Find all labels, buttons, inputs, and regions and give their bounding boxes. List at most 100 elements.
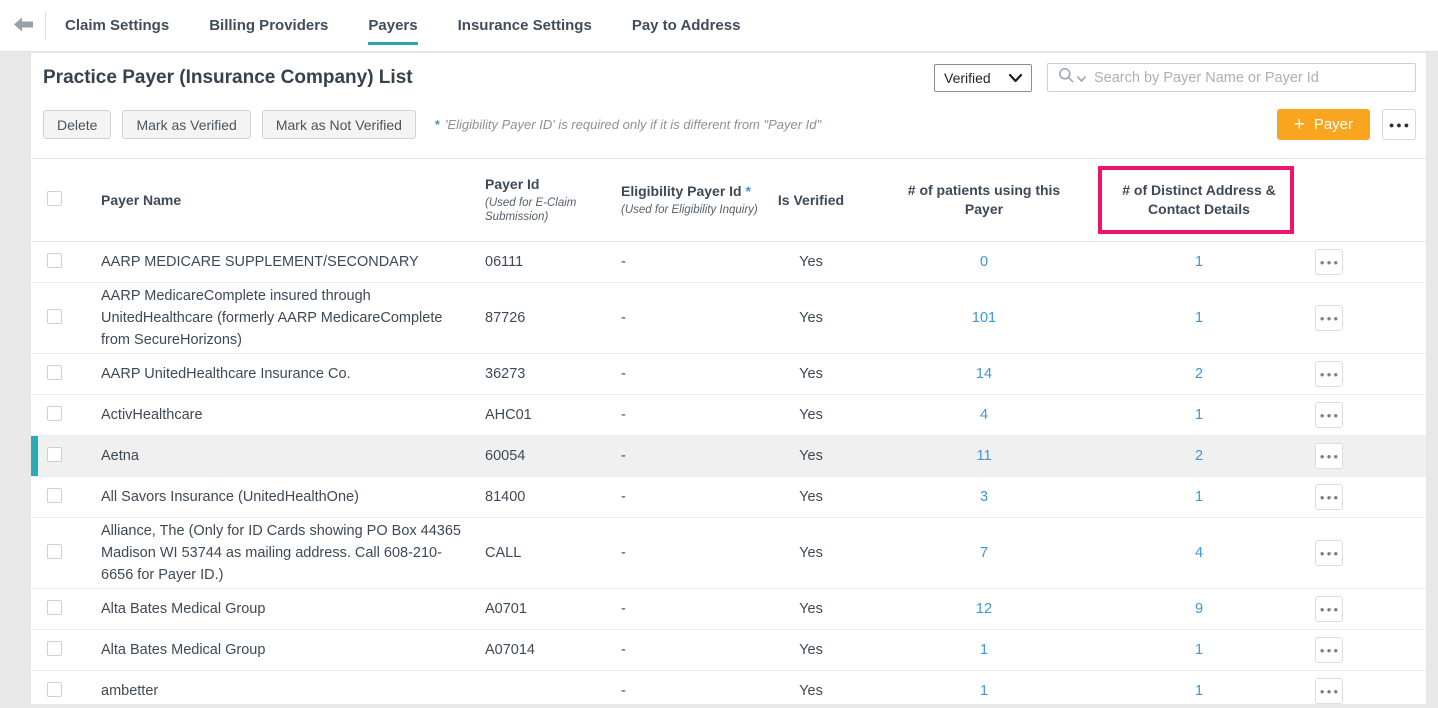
nav-tab-payers[interactable]: Payers bbox=[368, 0, 417, 51]
table-header-row: Payer Name Payer Id (Used for E-Claim Su… bbox=[31, 158, 1426, 242]
distinct-address-count-link[interactable]: 1 bbox=[1195, 683, 1203, 699]
row-actions-button[interactable]: ●●● bbox=[1315, 402, 1343, 428]
row-actions-button[interactable]: ●●● bbox=[1315, 678, 1343, 704]
patients-count-link[interactable]: 4 bbox=[980, 407, 988, 423]
page-title: Practice Payer (Insurance Company) List bbox=[43, 67, 934, 89]
select-all-checkbox[interactable] bbox=[47, 191, 62, 206]
payer-name-cell: AARP MEDICARE SUPPLEMENT/SECONDARY bbox=[101, 249, 485, 275]
eligibility-payer-id-cell: - bbox=[621, 252, 763, 272]
mark-as-not-verified-button[interactable]: Mark as Not Verified bbox=[262, 110, 416, 139]
table-row: Alta Bates Medical Group A07014 - Yes 1 … bbox=[31, 630, 1426, 671]
row-checkbox[interactable] bbox=[47, 365, 62, 380]
row-checkbox[interactable] bbox=[47, 544, 62, 559]
row-checkbox[interactable] bbox=[47, 641, 62, 656]
row-checkbox[interactable] bbox=[47, 309, 62, 324]
payer-name-cell: All Savors Insurance (UnitedHealthOne) bbox=[101, 484, 485, 510]
distinct-address-count-link[interactable]: 2 bbox=[1195, 366, 1203, 382]
patients-count-link[interactable]: 3 bbox=[980, 489, 988, 505]
row-checkbox[interactable] bbox=[47, 600, 62, 615]
eligibility-payer-id-cell: - bbox=[621, 640, 763, 660]
mark-as-verified-button[interactable]: Mark as Verified bbox=[122, 110, 250, 139]
ellipsis-icon: ●●● bbox=[1320, 411, 1341, 420]
add-payer-button[interactable]: + Payer bbox=[1277, 109, 1370, 140]
payer-id-cell: 60054 bbox=[485, 446, 621, 466]
patients-count-link[interactable]: 7 bbox=[980, 545, 988, 561]
tab-label: Claim Settings bbox=[65, 17, 169, 34]
delete-button[interactable]: Delete bbox=[43, 110, 111, 139]
row-actions-button[interactable]: ●●● bbox=[1315, 484, 1343, 510]
search-input[interactable] bbox=[1094, 70, 1405, 86]
patients-count-link[interactable]: 14 bbox=[976, 366, 992, 382]
nav-tab-insurance-settings[interactable]: Insurance Settings bbox=[458, 0, 592, 51]
patients-count-link[interactable]: 12 bbox=[976, 601, 992, 617]
distinct-address-count-link[interactable]: 1 bbox=[1195, 254, 1203, 270]
row-actions-button[interactable]: ●●● bbox=[1315, 305, 1343, 331]
row-actions-button[interactable]: ●●● bbox=[1315, 443, 1343, 469]
header-payer-id-subtext: (Used for E-Claim Submission) bbox=[485, 196, 621, 224]
is-verified-cell: Yes bbox=[763, 364, 859, 384]
header-payer-id: Payer Id (Used for E-Claim Submission) bbox=[485, 174, 621, 226]
patients-count-link[interactable]: 101 bbox=[972, 310, 996, 326]
table-body: AARP MEDICARE SUPPLEMENT/SECONDARY 06111… bbox=[31, 242, 1426, 704]
nav-tabs: Claim Settings Billing Providers Payers … bbox=[65, 0, 780, 51]
table-row: AARP UnitedHealthcare Insurance Co. 3627… bbox=[31, 354, 1426, 395]
is-verified-cell: Yes bbox=[763, 308, 859, 328]
note-text: 'Eligibility Payer ID' is required only … bbox=[445, 117, 821, 132]
add-payer-label: Payer bbox=[1314, 116, 1353, 133]
back-button[interactable] bbox=[0, 0, 45, 51]
patients-count-link[interactable]: 1 bbox=[980, 642, 988, 658]
search-scope-caret-icon[interactable] bbox=[1077, 69, 1086, 87]
payer-id-cell: A07014 bbox=[485, 640, 621, 660]
distinct-address-count-link[interactable]: 4 bbox=[1195, 545, 1203, 561]
payer-name-cell: AARP MedicareComplete insured through Un… bbox=[101, 283, 485, 353]
payer-name-cell: Alta Bates Medical Group bbox=[101, 637, 485, 663]
ellipsis-icon: ●●● bbox=[1320, 646, 1341, 655]
distinct-address-count-link[interactable]: 9 bbox=[1195, 601, 1203, 617]
payer-id-cell: 06111 bbox=[485, 252, 621, 272]
row-actions-button[interactable]: ●●● bbox=[1315, 249, 1343, 275]
ellipsis-icon: ●●● bbox=[1320, 370, 1341, 379]
row-actions-button[interactable]: ●●● bbox=[1315, 596, 1343, 622]
patients-count-link[interactable]: 1 bbox=[980, 683, 988, 699]
payer-name-cell: ambetter bbox=[101, 678, 485, 704]
row-checkbox[interactable] bbox=[47, 488, 62, 503]
payer-id-cell bbox=[485, 689, 621, 693]
row-actions-button[interactable]: ●●● bbox=[1315, 361, 1343, 387]
eligibility-note: *'Eligibility Payer ID' is required only… bbox=[435, 117, 821, 132]
search-box bbox=[1047, 63, 1416, 92]
payer-name-cell: Aetna bbox=[101, 443, 485, 469]
payer-id-cell: 36273 bbox=[485, 364, 621, 384]
row-checkbox[interactable] bbox=[47, 447, 62, 462]
distinct-address-count-link[interactable]: 1 bbox=[1195, 489, 1203, 505]
header-patients-using: # of patients using this Payer bbox=[889, 181, 1079, 219]
payer-name-cell: Alliance, The (Only for ID Cards showing… bbox=[101, 518, 485, 588]
payer-id-cell: AHC01 bbox=[485, 405, 621, 425]
row-actions-button[interactable]: ●●● bbox=[1315, 540, 1343, 566]
payer-name-cell: ActivHealthcare bbox=[101, 402, 485, 428]
nav-tab-pay-to-address[interactable]: Pay to Address bbox=[632, 0, 741, 51]
is-verified-cell: Yes bbox=[763, 543, 859, 563]
plus-icon: + bbox=[1294, 115, 1305, 134]
verified-filter-dropdown[interactable]: Verified bbox=[934, 64, 1032, 92]
distinct-address-count-link[interactable]: 1 bbox=[1195, 310, 1203, 326]
row-checkbox[interactable] bbox=[47, 682, 62, 697]
content-panel: Practice Payer (Insurance Company) List … bbox=[30, 53, 1427, 704]
distinct-address-count-link[interactable]: 2 bbox=[1195, 448, 1203, 464]
tab-label: Payers bbox=[368, 17, 417, 34]
patients-count-link[interactable]: 11 bbox=[976, 448, 991, 464]
distinct-address-count-link[interactable]: 1 bbox=[1195, 407, 1203, 423]
distinct-address-count-link[interactable]: 1 bbox=[1195, 642, 1203, 658]
row-actions-button[interactable]: ●●● bbox=[1315, 637, 1343, 663]
is-verified-cell: Yes bbox=[763, 487, 859, 507]
ellipsis-icon: ●●● bbox=[1389, 120, 1411, 130]
row-checkbox[interactable] bbox=[47, 253, 62, 268]
patients-count-link[interactable]: 0 bbox=[980, 254, 988, 270]
list-overflow-menu-button[interactable]: ●●● bbox=[1382, 109, 1416, 140]
tab-label: Insurance Settings bbox=[458, 17, 592, 34]
highlight-annotation-box bbox=[1098, 166, 1294, 234]
payer-id-cell: 87726 bbox=[485, 308, 621, 328]
back-arrow-icon bbox=[14, 17, 33, 35]
nav-tab-billing-providers[interactable]: Billing Providers bbox=[209, 0, 328, 51]
row-checkbox[interactable] bbox=[47, 406, 62, 421]
nav-tab-claim-settings[interactable]: Claim Settings bbox=[65, 0, 169, 51]
